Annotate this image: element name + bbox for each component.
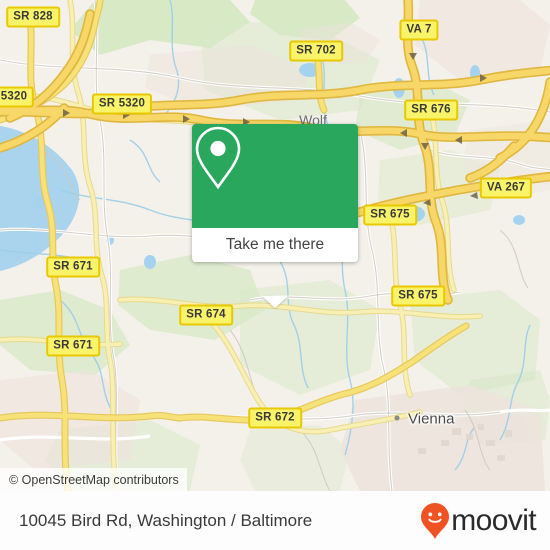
moovit-wordmark: moovit — [451, 503, 536, 537]
moovit-map-screenshot: Wolf SR 828 SR 702 VA 7 5320 SR 5320 SR … — [0, 0, 550, 550]
road-shield-sr-672[interactable]: SR 672 — [248, 407, 302, 429]
address-label: 10045 Bird Rd, Washington / Baltimore — [19, 510, 313, 530]
footer-bar: 10045 Bird Rd, Washington / Baltimore mo… — [0, 491, 550, 550]
road-shield-sr-674[interactable]: SR 674 — [179, 304, 233, 326]
take-me-there-label: Take me there — [225, 236, 325, 253]
osm-attribution[interactable]: © OpenStreetMap contributors — [0, 468, 187, 491]
road-shield-sr-671-upper[interactable]: SR 671 — [46, 256, 100, 278]
moovit-logo[interactable]: moovit — [420, 502, 537, 540]
road-shield-sr-5320[interactable]: SR 5320 — [91, 93, 153, 115]
map-pin-icon — [195, 126, 241, 190]
osm-attribution-text: © OpenStreetMap contributors — [9, 472, 179, 487]
moovit-pin-smile-icon — [421, 502, 450, 539]
map-canvas[interactable]: Wolf SR 828 SR 702 VA 7 5320 SR 5320 SR … — [0, 0, 550, 491]
road-shield-sr-675-upper[interactable]: SR 675 — [363, 204, 417, 226]
place-label-vienna[interactable]: Vienna — [408, 411, 454, 428]
road-shield-sr-675-lower[interactable]: SR 675 — [391, 285, 445, 307]
road-shield-va-267[interactable]: VA 267 — [479, 177, 533, 199]
popup-pin-area — [192, 124, 358, 228]
take-me-there-button[interactable]: Take me there — [192, 228, 358, 262]
road-shield-va-7[interactable]: VA 7 — [399, 19, 439, 41]
road-shield-sr-676[interactable]: SR 676 — [404, 99, 458, 121]
road-shield-5320[interactable]: 5320 — [0, 86, 35, 108]
popup-tail — [262, 296, 288, 308]
place-dot-vienna — [394, 415, 400, 421]
road-shield-sr-702[interactable]: SR 702 — [289, 40, 343, 62]
road-shield-sr-828[interactable]: SR 828 — [6, 6, 60, 28]
location-popup-card[interactable]: Take me there — [192, 124, 358, 308]
road-shield-sr-671-lower[interactable]: SR 671 — [46, 335, 100, 357]
